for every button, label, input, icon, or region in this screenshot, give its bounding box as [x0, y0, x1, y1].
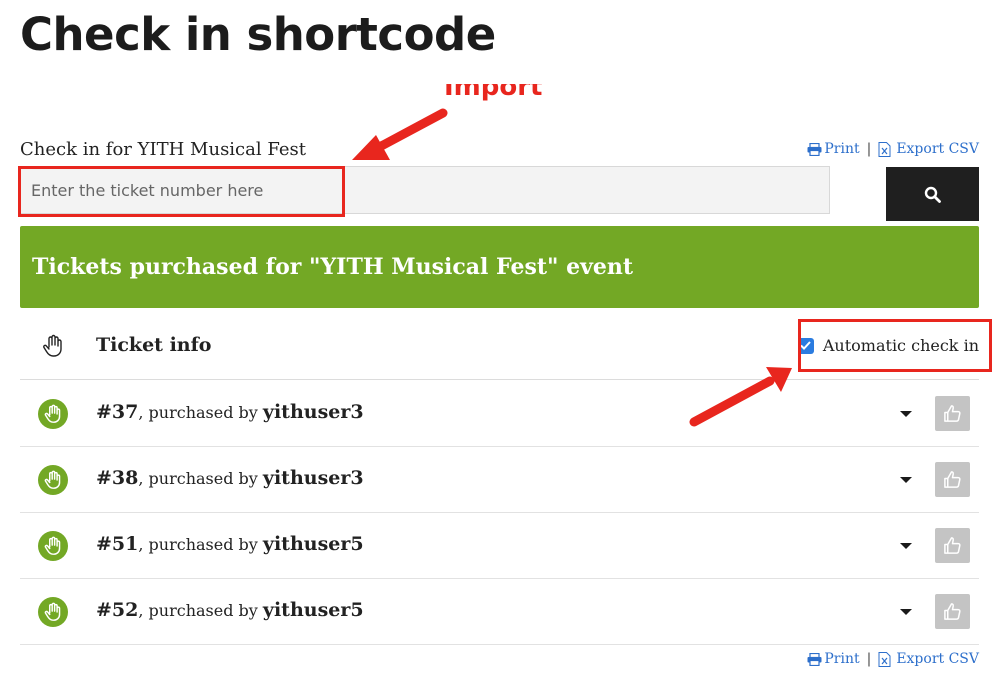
csv-file-icon [878, 141, 891, 157]
ticket-user: yithuser5 [262, 533, 364, 555]
top-links: Print | Export CSV [807, 141, 979, 157]
print-link[interactable]: Print [807, 141, 860, 157]
checkin-label: Check in for YITH Musical Fest [20, 139, 306, 160]
ticket-number: #52 [96, 599, 139, 621]
checkin-like-button[interactable] [935, 528, 970, 563]
automatic-checkin-checkbox[interactable] [797, 337, 814, 354]
thumbs-up-icon [944, 405, 961, 422]
export-csv-link-bottom[interactable]: Export CSV [878, 651, 979, 667]
ticket-user: yithuser3 [262, 467, 364, 489]
ticket-user: yithuser3 [262, 401, 364, 423]
caret-down-icon[interactable] [900, 609, 912, 615]
caret-down-icon[interactable] [900, 543, 912, 549]
print-link-label: Print [824, 141, 860, 157]
checkin-status-button[interactable] [38, 465, 68, 495]
hand-icon [44, 404, 61, 423]
ticket-info-header: Ticket info [96, 334, 212, 356]
hand-icon [44, 470, 61, 489]
printer-icon [807, 652, 822, 666]
ticket-number: #51 [96, 533, 139, 555]
banner-title: Tickets purchased for "YITH Musical Fest… [32, 254, 634, 280]
printer-icon [807, 142, 822, 156]
purchased-by-text: , purchased by [138, 601, 263, 620]
event-banner: Tickets purchased for "YITH Musical Fest… [20, 226, 979, 308]
purchased-by-text: , purchased by [138, 403, 263, 422]
checkin-like-button[interactable] [935, 594, 970, 629]
ticket-number: #37 [96, 401, 139, 423]
purchased-by-text: , purchased by [138, 469, 263, 488]
annotation-label: Import [444, 84, 543, 102]
checkin-status-button[interactable] [38, 531, 68, 561]
csv-file-icon [878, 651, 891, 667]
link-separator: | [866, 651, 872, 667]
thumbs-up-icon [944, 603, 961, 620]
ticket-info: #37, purchased by yithuser3 [96, 401, 364, 423]
automatic-checkin-toggle[interactable]: Automatic check in [797, 336, 979, 355]
ticket-info: #51, purchased by yithuser5 [96, 533, 364, 555]
purchased-by-text: , purchased by [138, 535, 263, 554]
export-csv-label: Export CSV [896, 141, 979, 157]
table-header: Ticket info Automatic check in [20, 314, 979, 380]
ticket-info: #38, purchased by yithuser3 [96, 467, 364, 489]
page-title: Check in shortcode [20, 8, 496, 61]
ticket-number: #38 [96, 467, 139, 489]
thumbs-up-icon [944, 471, 961, 488]
ticket-row: #37, purchased by yithuser3 [20, 381, 979, 447]
hand-icon [44, 602, 61, 621]
link-separator: | [866, 141, 872, 157]
caret-down-icon[interactable] [900, 411, 912, 417]
thumbs-up-icon [944, 537, 961, 554]
ticket-row: #52, purchased by yithuser5 [20, 579, 979, 645]
hand-icon [44, 536, 61, 555]
arrow-to-input [352, 108, 448, 160]
checkin-status-button[interactable] [38, 597, 68, 627]
export-csv-link[interactable]: Export CSV [878, 141, 979, 157]
ticket-row: #38, purchased by yithuser3 [20, 447, 979, 513]
checkin-status-button[interactable] [38, 399, 68, 429]
search-button[interactable] [886, 167, 979, 221]
checkin-like-button[interactable] [935, 396, 970, 431]
search-icon [924, 186, 941, 203]
hand-icon [43, 334, 62, 357]
print-link-label: Print [824, 651, 860, 667]
caret-down-icon[interactable] [900, 477, 912, 483]
bottom-links: Print | Export CSV [807, 651, 979, 667]
ticket-number-input[interactable] [20, 166, 830, 214]
automatic-checkin-label: Automatic check in [822, 336, 979, 355]
ticket-info: #52, purchased by yithuser5 [96, 599, 364, 621]
ticket-row: #51, purchased by yithuser5 [20, 513, 979, 579]
print-link-bottom[interactable]: Print [807, 651, 860, 667]
checkin-like-button[interactable] [935, 462, 970, 497]
export-csv-label: Export CSV [896, 651, 979, 667]
ticket-user: yithuser5 [262, 599, 364, 621]
checkmark-icon [800, 341, 812, 350]
